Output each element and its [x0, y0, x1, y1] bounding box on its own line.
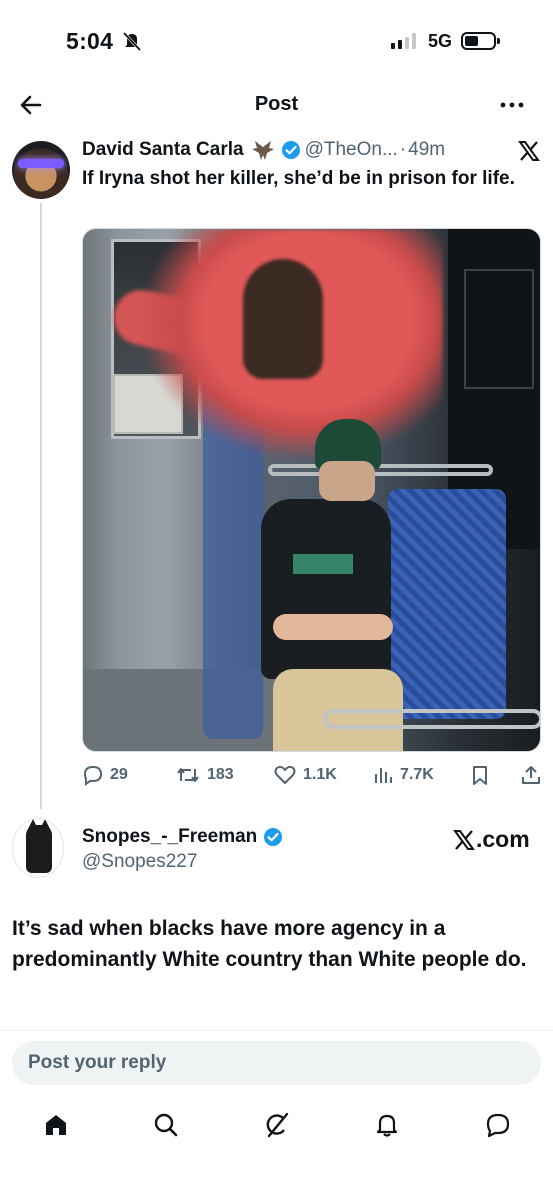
more-icon[interactable] [499, 92, 525, 118]
x-logo-icon [453, 829, 475, 850]
bell-off-icon [122, 31, 142, 51]
x-logo-icon [518, 141, 540, 161]
views-count: 7.7K [400, 766, 434, 783]
tweet-header: David Santa Carla @TheOn... · 49m [82, 139, 445, 161]
reply-input[interactable]: Post your reply [12, 1041, 541, 1085]
tweet-media[interactable] [82, 228, 541, 752]
bookmark-icon[interactable] [470, 764, 490, 786]
battery-icon [461, 32, 500, 50]
reply-count: 29 [110, 766, 128, 783]
author-name[interactable]: David Santa Carla [82, 139, 244, 161]
home-icon[interactable] [42, 1111, 70, 1139]
nav-bar: Post [0, 80, 553, 130]
repost-button[interactable]: 183 [175, 764, 234, 786]
like-count: 1.1K [303, 766, 337, 783]
reply-icon [83, 765, 103, 786]
like-button[interactable]: 1.1K [273, 764, 337, 786]
reply-author-name[interactable]: Snopes_-_Freeman [82, 826, 257, 848]
reply-button[interactable]: 29 [82, 764, 128, 786]
messages-icon[interactable] [484, 1111, 512, 1139]
network-label: 5G [428, 31, 453, 51]
author-handle[interactable]: @TheOn... [305, 139, 398, 161]
tab-bar [0, 1105, 553, 1155]
tweet-text: If Iryna shot her killer, she’d be in pr… [82, 168, 515, 189]
like-icon [274, 765, 296, 784]
grok-icon[interactable] [263, 1111, 291, 1139]
reply-author-handle[interactable]: @Snopes227 [82, 851, 283, 873]
separator-dot: · [399, 139, 407, 160]
repost-count: 183 [207, 766, 234, 783]
share-icon[interactable] [520, 764, 542, 786]
page-title: Post [254, 93, 299, 115]
status-time: 5:04 [66, 28, 114, 54]
verified-badge-icon [264, 828, 283, 846]
bat-emoji-icon [251, 141, 274, 160]
notifications-icon[interactable] [373, 1111, 401, 1139]
signal-icon [391, 33, 416, 49]
reply-avatar[interactable] [12, 818, 64, 878]
source-label-text: .com [476, 826, 530, 852]
reply-header: Snopes_-_Freeman @Snopes227 [82, 826, 283, 873]
repost-icon [177, 768, 199, 782]
source-label: .com [452, 826, 530, 853]
search-icon[interactable] [152, 1111, 180, 1139]
thread-line [40, 203, 42, 809]
action-bar: 29 183 1.1K 7.7K [82, 764, 544, 788]
timestamp[interactable]: 49m [408, 139, 445, 161]
views-icon [375, 768, 392, 783]
verified-badge-icon [281, 141, 300, 159]
avatar[interactable] [12, 141, 70, 199]
divider [0, 1030, 553, 1031]
status-bar: 5:04 5G [0, 0, 553, 80]
reply-body: It’s sad when blacks have more agency in… [12, 917, 527, 971]
views-button[interactable]: 7.7K [372, 764, 434, 786]
